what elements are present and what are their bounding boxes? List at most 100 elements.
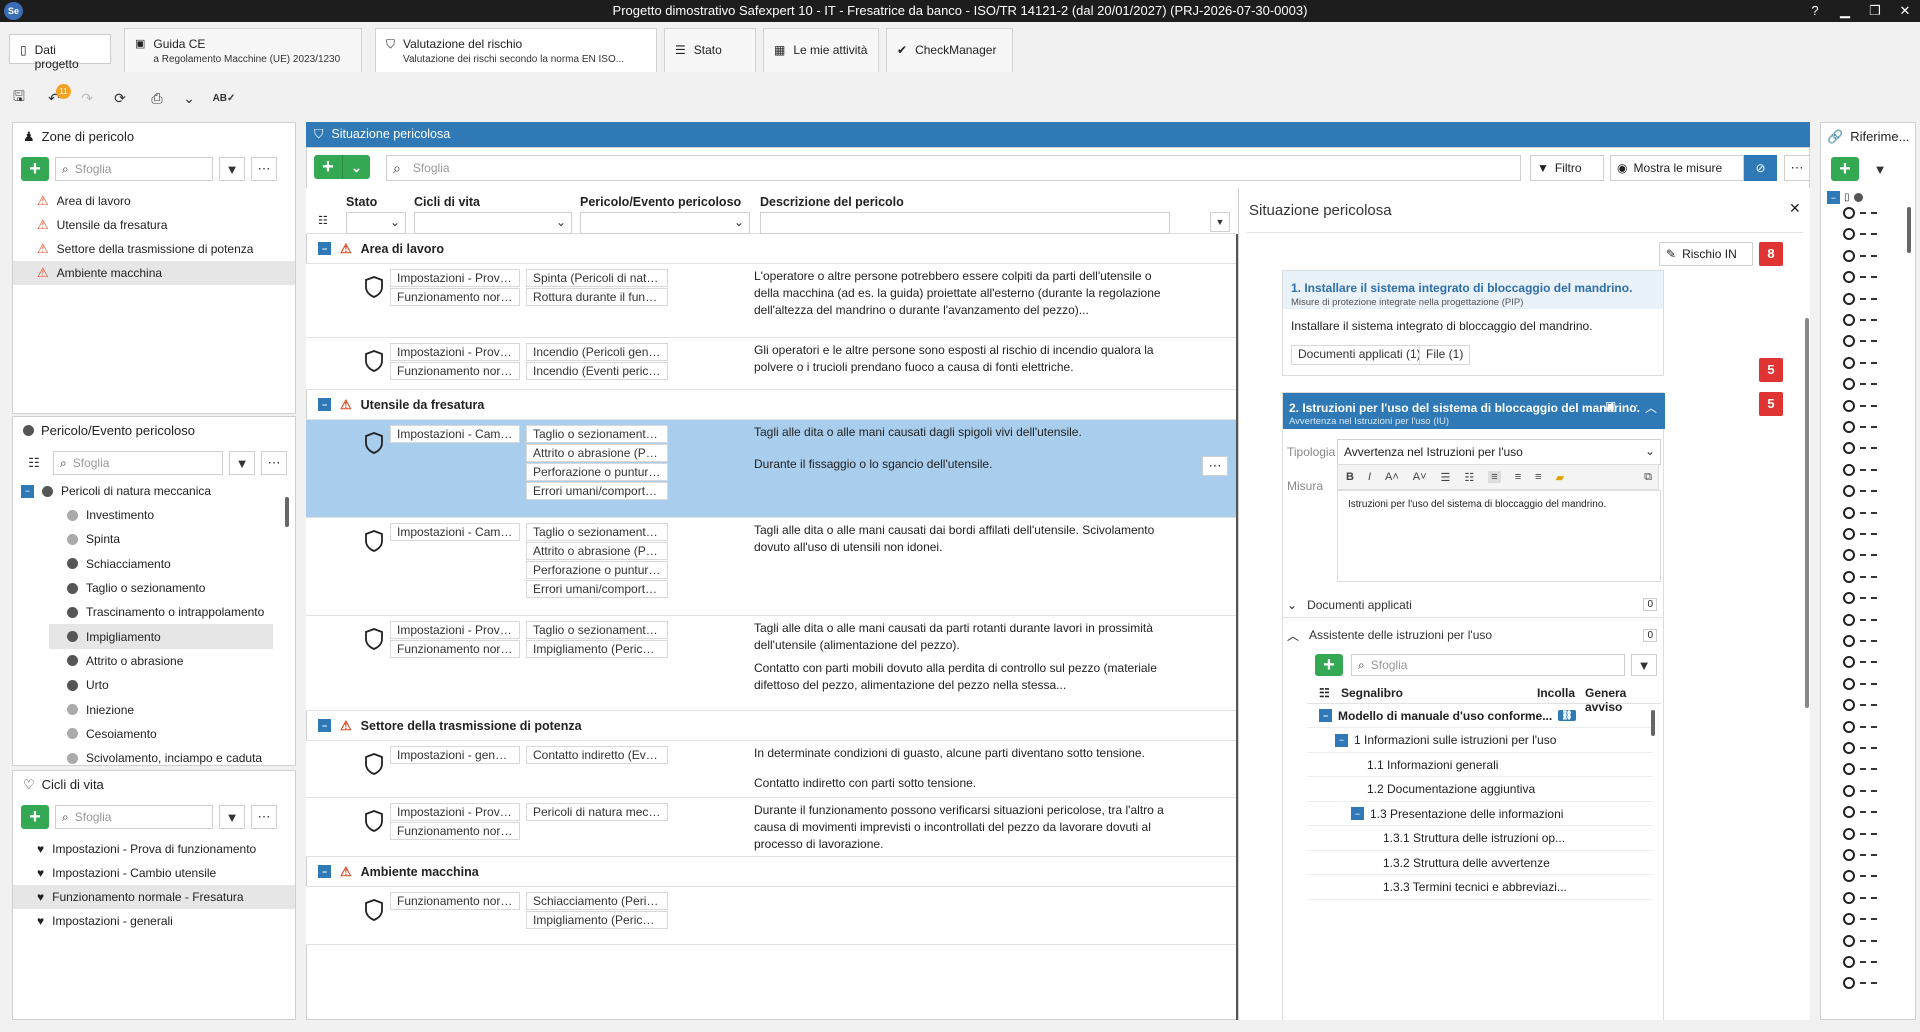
align-right-icon[interactable]: ≡ — [1535, 471, 1541, 483]
reference-item[interactable] — [1843, 228, 1877, 241]
tree-item[interactable]: Cesoiamento — [49, 722, 273, 746]
hide-eye-icon[interactable]: ⊘ — [1744, 155, 1777, 181]
reference-item[interactable] — [1843, 763, 1877, 776]
add-options-chevron-icon[interactable]: ⌄ — [342, 155, 370, 179]
more-icon[interactable]: ⋯ — [251, 805, 277, 829]
filter-icon[interactable]: ▼ — [229, 451, 255, 475]
list-item[interactable]: ♥ Impostazioni - generali — [13, 909, 295, 933]
hazard-chip[interactable]: Taglio o sezionamento (Per... — [526, 523, 668, 541]
table-row[interactable]: Impostazioni - Prova di f...Funzionament… — [306, 264, 1236, 338]
scrollbar[interactable] — [1907, 207, 1911, 253]
manual-icon[interactable]: ▣ — [1605, 399, 1616, 413]
list-item[interactable]: ⚠ Area di lavoro — [13, 189, 295, 213]
font-size-down-icon[interactable]: A˅ — [1413, 471, 1427, 483]
tree-item[interactable]: −1 Informazioni sulle istruzioni per l'u… — [1307, 729, 1653, 753]
more-icon[interactable]: ⋯ — [1784, 155, 1810, 181]
hazard-chip[interactable]: Contatto indiretto (Eventi... — [526, 746, 668, 764]
filter-button[interactable]: ▼ Filtro — [1530, 155, 1604, 181]
tree-item[interactable]: Attrito o abrasione — [49, 649, 273, 673]
hazard-zone-group[interactable]: − ⚠ Utensile da fresatura — [306, 390, 1236, 420]
more-icon[interactable]: ⋯ — [1625, 397, 1639, 414]
filter-icon[interactable]: ▼ — [1631, 654, 1657, 676]
list-item[interactable]: ♥ Funzionamento normale - Fresatura — [13, 885, 295, 909]
hazard-zone-group[interactable]: − ⚠ Area di lavoro — [306, 234, 1236, 264]
hazard-chip[interactable]: Impigliamento (Pericoli di... — [526, 640, 668, 658]
lifecycle-chip[interactable]: Impostazioni - Cambio u... — [390, 523, 520, 541]
reference-item[interactable] — [1843, 356, 1877, 369]
tree-item[interactable]: Trascinamento o intrappolamento — [49, 600, 273, 624]
main-search-input[interactable]: ⌕ Sfoglia — [386, 155, 1521, 181]
refresh-icon[interactable]: ⟳ — [106, 84, 134, 112]
hazard-chip[interactable]: Perforazione o puntura (Pe... — [526, 463, 668, 481]
scrollbar[interactable] — [1651, 710, 1655, 736]
reference-item[interactable] — [1843, 292, 1877, 305]
lifecycles-search-input[interactable]: ⌕ Sfoglia — [55, 805, 213, 829]
lifecycle-chip[interactable]: Impostazioni - Prova di f... — [390, 269, 520, 287]
reference-item[interactable] — [1843, 870, 1877, 883]
tree-item[interactable]: Schiacciamento — [49, 552, 273, 576]
reference-item[interactable] — [1843, 977, 1877, 990]
font-size-up-icon[interactable]: A˄ — [1385, 471, 1399, 483]
table-row[interactable]: Impostazioni - Prova di f...Funzionament… — [306, 338, 1236, 390]
tree-item[interactable]: Spinta — [49, 527, 273, 551]
tree-item[interactable]: Urto — [49, 673, 273, 697]
close-icon[interactable]: ✕ — [1890, 0, 1920, 22]
table-row[interactable]: Impostazioni - Prova di f...Funzionament… — [306, 616, 1236, 711]
tree-item[interactable]: Investimento — [49, 503, 273, 527]
measure-card-1[interactable]: 1. Installare il sistema integrato di bl… — [1282, 270, 1664, 376]
hazard-chip[interactable]: Taglio o sezionamento (Per... — [526, 425, 668, 443]
help-button[interactable]: ? — [1800, 0, 1830, 22]
reference-item[interactable] — [1843, 570, 1877, 583]
scrollbar[interactable] — [1805, 318, 1809, 708]
tree-item[interactable]: 1.3.1 Struttura delle istruzioni op... — [1307, 827, 1653, 851]
table-row[interactable]: Impostazioni - Prova di f...Funzionament… — [306, 798, 1236, 857]
collapse-icon[interactable]: − — [21, 484, 34, 498]
col-descrizione[interactable]: Descrizione del pericolo — [760, 195, 904, 209]
hazard-zone-group[interactable]: − ⚠ Ambiente macchina — [306, 857, 1236, 887]
reference-item[interactable] — [1843, 827, 1877, 840]
tree-item[interactable]: Iniezione — [49, 697, 273, 721]
reference-item[interactable] — [1843, 378, 1877, 391]
list-item[interactable]: ⚠ Ambiente macchina — [13, 261, 295, 285]
hazard-chip[interactable]: Errori umani/comportame... — [526, 482, 668, 500]
lifecycle-chip[interactable]: Funzionamento normale... — [390, 822, 520, 840]
filter-icon[interactable]: ▼ — [219, 157, 245, 181]
collapse-icon[interactable]: − — [318, 719, 331, 732]
collapse-icon[interactable]: − — [318, 398, 331, 411]
reference-item[interactable] — [1843, 249, 1877, 262]
tree-item[interactable]: 1.3.3 Termini tecnici e abbreviazi... — [1307, 876, 1653, 900]
table-row[interactable]: Impostazioni - generali Contatto indirett… — [306, 741, 1236, 798]
tree-item[interactable]: −1.3 Presentazione delle informazioni — [1307, 802, 1653, 826]
tree-item[interactable]: Taglio o sezionamento — [49, 576, 273, 600]
reference-item[interactable] — [1843, 399, 1877, 412]
grid-list-icon[interactable]: ☷ — [318, 214, 328, 227]
list-item[interactable]: ♥ Impostazioni - Prova di funzionamento — [13, 837, 295, 861]
reference-item[interactable] — [1843, 891, 1877, 904]
reference-item[interactable] — [1843, 934, 1877, 947]
hazard-chip[interactable]: Attrito o abrasione (Pericol... — [526, 444, 668, 462]
undo-icon[interactable]: ↶ 11 — [40, 84, 71, 112]
numbered-list-icon[interactable]: ☷ — [1464, 471, 1474, 484]
save-icon[interactable]: 🖫 — [5, 84, 33, 112]
pericolo-filter-dropdown[interactable]: ⌄ — [580, 212, 750, 234]
cicli-filter-dropdown[interactable]: ⌄ — [414, 212, 572, 234]
hazard-chip[interactable]: Pericoli di natura meccanica — [526, 803, 668, 821]
table-row[interactable]: Impostazioni - Cambio u... Taglio o sezio… — [306, 518, 1236, 616]
link-icon[interactable]: ⛓ — [1558, 710, 1576, 721]
table-row[interactable]: Funzionamento normale... Schiacciamento (… — [306, 887, 1236, 945]
lifecycle-chip[interactable]: Impostazioni - Prova di f... — [390, 343, 520, 361]
reference-item[interactable] — [1843, 656, 1877, 669]
filter-icon[interactable]: ▼ — [1867, 157, 1893, 181]
hazard-chip[interactable]: Perforazione o puntura (Pe... — [526, 561, 668, 579]
bullet-list-icon[interactable]: ☰ — [1441, 471, 1451, 484]
popout-icon[interactable]: ⧉ — [1644, 471, 1652, 484]
add-bookmark-button[interactable]: + — [1315, 654, 1343, 676]
tab-mie-attivita[interactable]: ▦ Le mie attività — [763, 28, 879, 72]
reference-item[interactable] — [1843, 485, 1877, 498]
assist-search-input[interactable]: ⌕ Sfoglia — [1351, 654, 1625, 676]
reference-item[interactable] — [1843, 506, 1877, 519]
reference-item[interactable] — [1843, 635, 1877, 647]
hazard-chip[interactable]: Attrito o abrasione (Pericol... — [526, 542, 668, 560]
tree-item[interactable]: − Modello di manuale d'uso conforme... ⛓ — [1307, 704, 1653, 728]
reference-item[interactable] — [1843, 528, 1877, 540]
